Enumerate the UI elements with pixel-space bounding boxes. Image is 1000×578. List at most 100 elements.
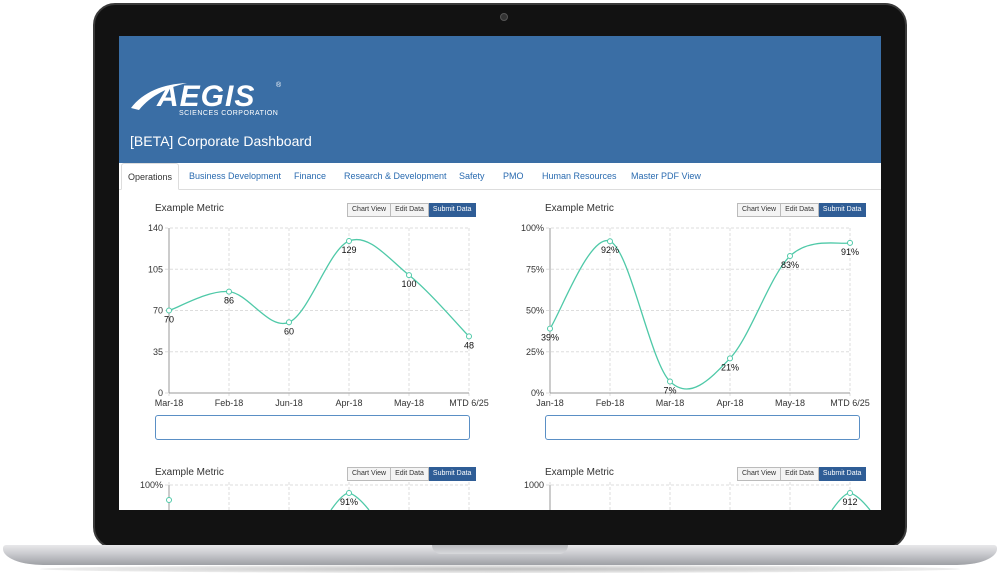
camera-icon [500, 13, 508, 21]
data-point [346, 490, 352, 496]
x-tick-label: Jun-18 [275, 398, 303, 408]
series-line [168, 238, 470, 337]
metric-title: Example Metric [155, 203, 224, 214]
data-label: 39% [541, 333, 559, 343]
y-tick-label: 50% [526, 306, 544, 316]
view-toggle-group: Chart View Edit Data Submit Data [737, 467, 867, 481]
data-label: 91% [841, 247, 859, 257]
data-point [466, 333, 472, 340]
y-tick-label: 35 [153, 347, 163, 357]
metric-title: Example Metric [545, 203, 614, 214]
x-tick-label: Feb-18 [215, 398, 244, 408]
submit-data-button[interactable]: Submit Data [428, 203, 477, 217]
laptop-shadow [40, 565, 960, 573]
logo-wordmark: AEGIS [157, 80, 256, 113]
data-point [406, 272, 412, 279]
data-label: 21% [721, 362, 739, 372]
edit-data-button[interactable]: Edit Data [391, 467, 429, 481]
metric-title: Example Metric [545, 467, 614, 478]
x-tick-label: MTD 6/25 [449, 398, 489, 408]
registered-mark: ® [276, 82, 282, 89]
screen: AEGIS ® SCIENCES CORPORATION [BETA] Corp… [119, 36, 881, 510]
data-point [346, 237, 352, 244]
data-point [166, 307, 172, 314]
data-label: 912 [842, 497, 857, 507]
metric-title: Example Metric [155, 467, 224, 478]
y-tick-label: 100% [140, 480, 163, 490]
tab-operations[interactable]: Operations [121, 163, 180, 190]
comment-input[interactable] [545, 415, 860, 440]
tab-safety[interactable]: Safety [459, 163, 485, 189]
y-tick-label: 75% [526, 264, 544, 274]
y-tick-label: 0 [158, 388, 163, 398]
edit-data-button[interactable]: Edit Data [781, 203, 819, 217]
data-point [286, 319, 292, 326]
data-point [667, 378, 673, 385]
view-toggle-group: Chart View Edit Data Submit Data [347, 203, 477, 217]
tab-business-development[interactable]: Business Development [189, 163, 281, 189]
view-toggle-group: Chart View Edit Data Submit Data [737, 203, 867, 217]
x-tick-label: Mar-18 [155, 398, 184, 408]
y-tick-label: 1000 [524, 480, 544, 490]
logo-subtext: SCIENCES CORPORATION [179, 110, 279, 117]
x-tick-label: MTD 6/25 [830, 398, 870, 408]
submit-data-button[interactable]: Submit Data [818, 467, 867, 481]
tab-human-resources[interactable]: Human Resources [542, 163, 617, 189]
line-chart: 0% 25% 50% 75% 100% Jan-18 Feb-18 Mar-18 Apr-18 M… [521, 223, 870, 408]
submit-data-button[interactable]: Submit Data [818, 203, 867, 217]
data-point [727, 355, 733, 362]
data-label: 83% [781, 260, 799, 270]
data-label: 100 [401, 279, 416, 289]
y-tick-label: 70 [153, 306, 163, 316]
submit-data-button[interactable]: Submit Data [428, 467, 477, 481]
tab-finance[interactable]: Finance [294, 163, 326, 189]
data-point [607, 238, 613, 245]
line-chart-partial: 1000 912 [524, 480, 871, 510]
data-label: 60 [284, 326, 294, 336]
x-tick-label: Feb-18 [596, 398, 625, 408]
y-tick-label: 140 [148, 223, 163, 233]
tab-pmo[interactable]: PMO [503, 163, 524, 189]
x-tick-label: May-18 [775, 398, 805, 408]
data-label: 7% [663, 385, 676, 395]
data-point [166, 497, 172, 503]
x-tick-label: Apr-18 [335, 398, 362, 408]
data-label: 48 [464, 340, 474, 350]
edit-data-button[interactable]: Edit Data [391, 203, 429, 217]
data-label: 91% [340, 497, 358, 507]
tab-bar: Operations Business Development Finance … [119, 163, 881, 190]
data-point [787, 253, 793, 260]
data-point [847, 490, 853, 496]
data-label: 92% [601, 245, 619, 255]
chart-view-button[interactable]: Chart View [737, 467, 782, 481]
x-tick-label: Mar-18 [656, 398, 685, 408]
edit-data-button[interactable]: Edit Data [781, 467, 819, 481]
view-toggle-group: Chart View Edit Data Submit Data [347, 467, 477, 481]
line-chart-partial: 100% 91% [140, 480, 470, 510]
y-tick-label: 105 [148, 264, 163, 274]
tab-master-pdf-view[interactable]: Master PDF View [631, 163, 701, 189]
y-tick-label: 25% [526, 347, 544, 357]
data-label: 86 [224, 296, 234, 306]
chart-view-button[interactable]: Chart View [347, 467, 392, 481]
x-tick-label: Apr-18 [716, 398, 743, 408]
x-tick-label: May-18 [394, 398, 424, 408]
app-header: AEGIS ® SCIENCES CORPORATION [BETA] Corp… [119, 36, 881, 163]
data-label: 70 [164, 315, 174, 325]
series-line [549, 240, 851, 390]
y-tick-label: 100% [521, 223, 544, 233]
page-title: [BETA] Corporate Dashboard [130, 133, 312, 149]
data-label: 129 [341, 245, 356, 255]
data-point [847, 239, 853, 246]
chart-view-button[interactable]: Chart View [347, 203, 392, 217]
x-tick-label: Jan-18 [536, 398, 564, 408]
comment-input[interactable] [155, 415, 470, 440]
company-logo[interactable]: AEGIS ® SCIENCES CORPORATION [129, 80, 289, 124]
y-tick-label: 0% [531, 388, 544, 398]
data-point [547, 325, 553, 332]
laptop-notch [432, 545, 568, 554]
line-chart: 0 35 70 105 140 Mar-18 Feb-18 Jun-18 Apr-18 May-1… [148, 223, 489, 408]
tab-research-development[interactable]: Research & Development [344, 163, 447, 189]
data-point [226, 288, 232, 295]
chart-view-button[interactable]: Chart View [737, 203, 782, 217]
